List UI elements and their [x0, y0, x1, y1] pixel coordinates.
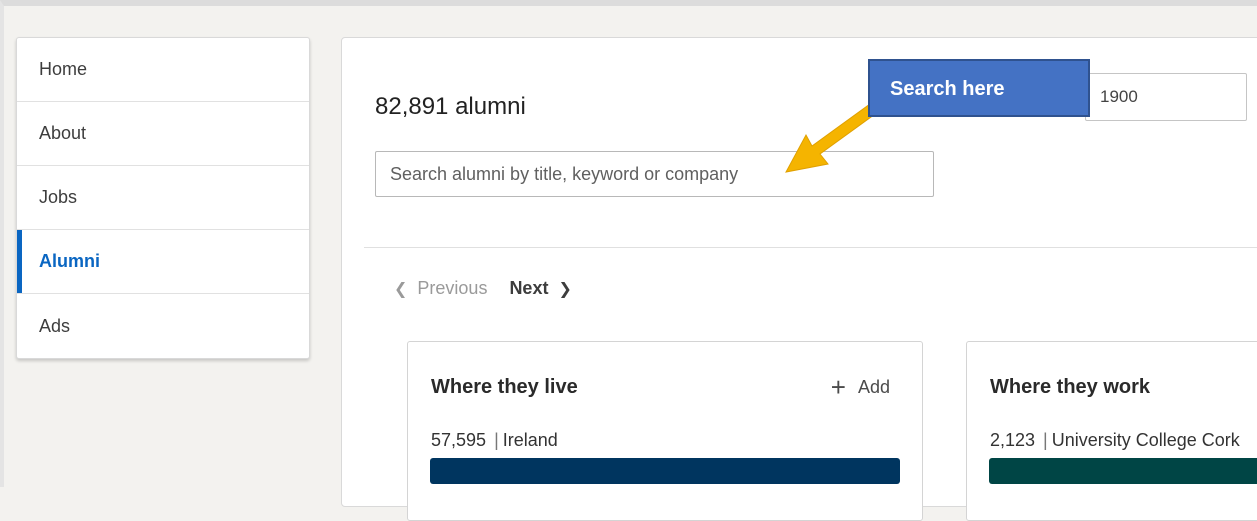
- add-location-button[interactable]: + Add: [831, 374, 890, 400]
- stat-name: Ireland: [502, 430, 558, 450]
- chevron-left-icon: ❮: [394, 280, 408, 298]
- start-year-field[interactable]: [1085, 73, 1247, 121]
- sidebar-item-label: Ads: [39, 315, 71, 336]
- stat-bar[interactable]: [430, 458, 900, 484]
- sidebar-item-jobs[interactable]: Jobs: [17, 166, 309, 230]
- sidebar-item-label: Jobs: [39, 187, 78, 207]
- stat-name: University College Cork: [1051, 430, 1240, 450]
- stat-bar-fill: [430, 458, 900, 484]
- next-button[interactable]: Next ❯: [509, 278, 571, 299]
- where-they-work-card: Where they work 2,123 | University College…: [966, 341, 1257, 521]
- card-title: Where they work: [990, 376, 1151, 398]
- alumni-count: 82,891 alumni: [375, 93, 526, 120]
- alumni-panel: 82,891 alumni Search here ❮ Previous Nex…: [341, 37, 1257, 521]
- stat-bar-fill: [989, 458, 1257, 484]
- card-title: Where they live: [431, 376, 578, 398]
- sidebar-item-about[interactable]: About: [17, 102, 309, 166]
- where-they-live-card: Where they live + Add 57,595 | Ireland: [407, 341, 923, 521]
- plus-icon: +: [830, 372, 846, 402]
- sidebar-nav: Home About Jobs Alumni Ads: [16, 37, 310, 359]
- search-here-callout: Search here: [868, 59, 1090, 117]
- add-label: Add: [857, 376, 890, 397]
- chevron-right-icon: ❯: [558, 280, 572, 298]
- stat-count: 2,123: [990, 430, 1036, 450]
- stat-bar[interactable]: [989, 458, 1257, 484]
- sidebar-item-alumni[interactable]: Alumni: [17, 230, 309, 294]
- sidebar-item-label: Alumni: [39, 251, 100, 271]
- sidebar-item-home[interactable]: Home: [17, 38, 309, 102]
- pager: ❮ Previous Next ❯: [394, 278, 572, 299]
- stat-row[interactable]: 57,595 | Ireland: [431, 430, 558, 451]
- stat-row[interactable]: 2,123 | University College Cork: [990, 430, 1240, 451]
- next-label: Next: [509, 278, 549, 298]
- divider: [364, 247, 1257, 248]
- app-frame: Home About Jobs Alumni Ads 82,891 alumni…: [0, 0, 1257, 521]
- sidebar-item-label: About: [39, 123, 87, 143]
- sidebar-item-label: Home: [39, 59, 88, 79]
- stat-count: 57,595: [431, 430, 487, 450]
- previous-label: Previous: [417, 278, 488, 298]
- callout-label: Search here: [890, 78, 1005, 100]
- sidebar-item-ads[interactable]: Ads: [17, 294, 309, 358]
- previous-button[interactable]: ❮ Previous: [394, 278, 487, 299]
